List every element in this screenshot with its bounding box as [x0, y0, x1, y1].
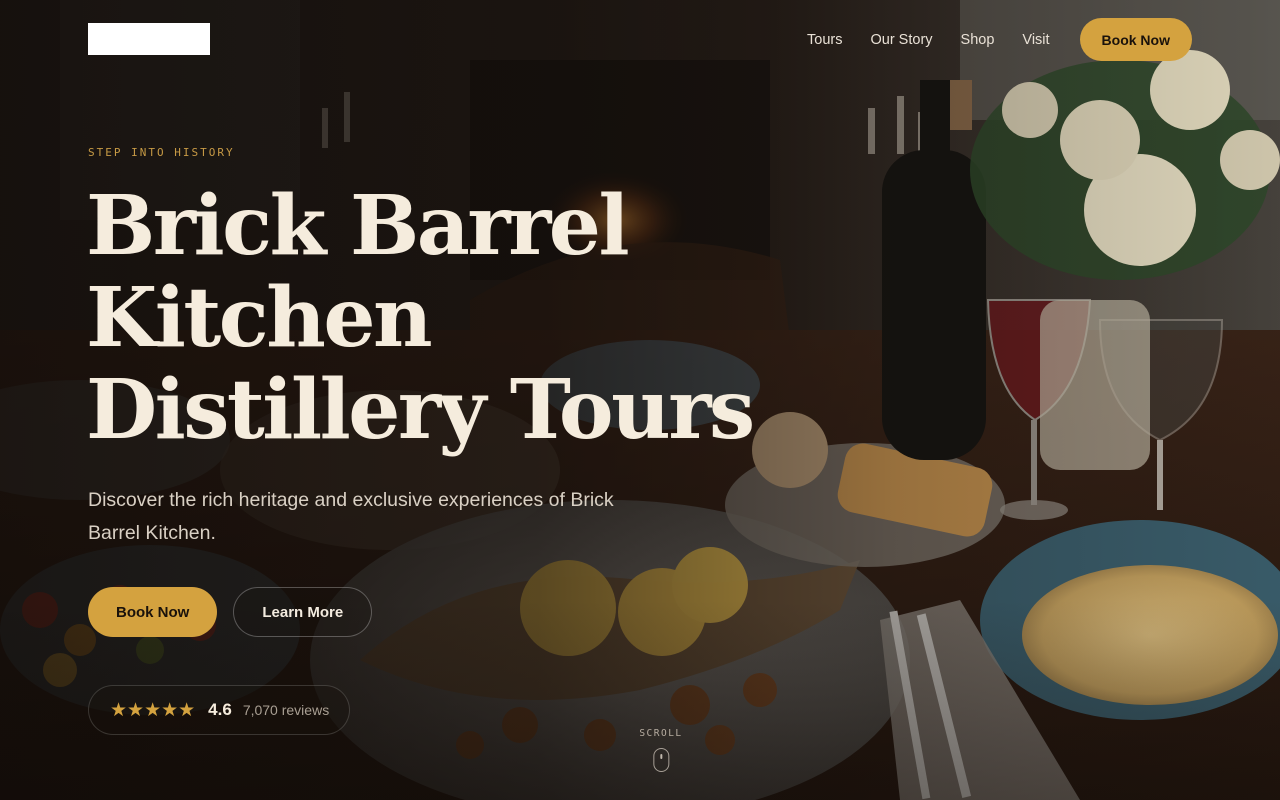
hero-eyebrow: STEP INTO HISTORY [88, 146, 235, 159]
hero-subtitle: Discover the rich heritage and exclusive… [88, 489, 614, 544]
hero-title-line: Distillery Tours [86, 362, 755, 458]
review-count: 7,070 reviews [242, 702, 330, 718]
hero-learn-more-button[interactable]: Learn More [233, 587, 373, 637]
main-nav: Tours Our Story Shop Visit Book Now [807, 18, 1192, 61]
hero-title: Brick Barrel Kitchen Distillery Tours [86, 180, 786, 456]
hero-cta-group: Book Now Learn More [88, 587, 373, 637]
scroll-label: SCROLL [639, 728, 683, 739]
rating-score: 4.6 [208, 700, 232, 719]
star-icon: ★★★★★ [110, 699, 196, 721]
rating-badge: ★★★★★ 4.6 7,070 reviews [88, 685, 350, 735]
nav-link-shop[interactable]: Shop [961, 32, 995, 48]
site-logo[interactable] [88, 23, 210, 55]
mouse-scroll-icon [652, 748, 669, 772]
header-book-now-button[interactable]: Book Now [1079, 18, 1192, 61]
nav-link-tours[interactable]: Tours [807, 32, 842, 48]
hero-title-line: Brick Barrel [86, 178, 630, 274]
nav-link-visit[interactable]: Visit [1022, 32, 1049, 48]
hero-title-line: Kitchen [86, 270, 433, 366]
scroll-indicator[interactable]: SCROLL [639, 728, 682, 772]
hero-book-now-button[interactable]: Book Now [88, 587, 218, 637]
nav-link-our-story[interactable]: Our Story [870, 32, 932, 48]
